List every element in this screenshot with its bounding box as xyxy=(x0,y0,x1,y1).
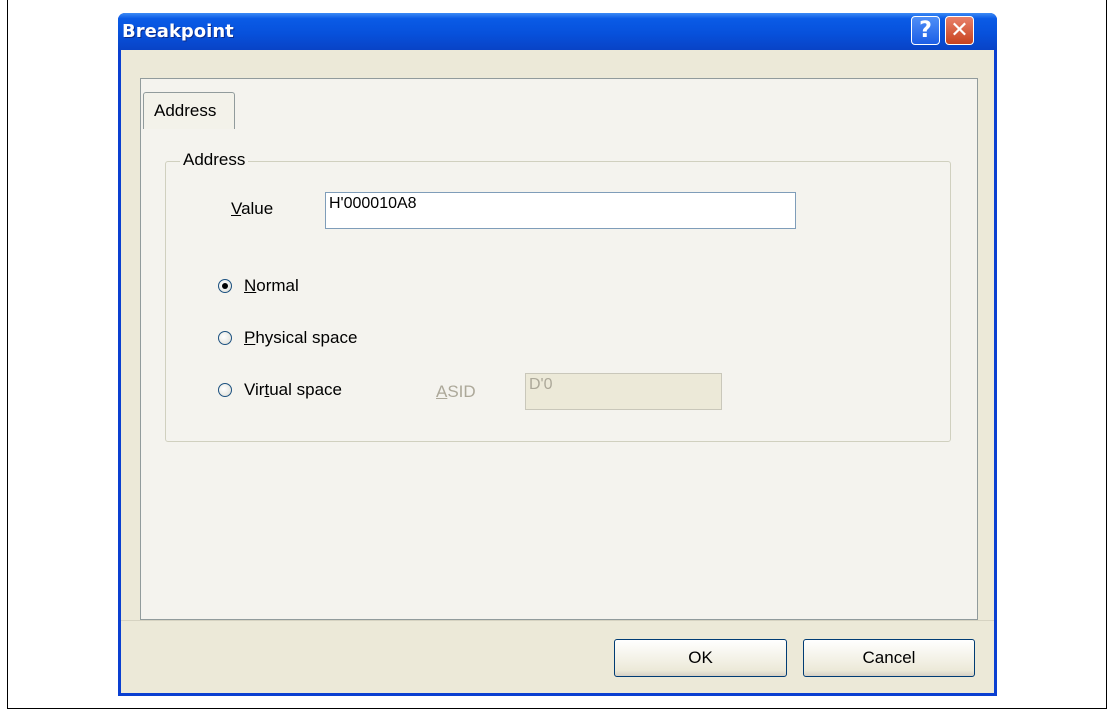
asid-label: ASID xyxy=(436,382,476,401)
cancel-button-label: Cancel xyxy=(862,648,916,667)
radio-normal-label[interactable]: Normal xyxy=(244,276,299,296)
radio-normal[interactable] xyxy=(218,279,232,293)
asid-input: D'0 xyxy=(525,373,722,410)
ok-button-label: OK xyxy=(688,648,713,667)
radio-physical-space-label[interactable]: Physical space xyxy=(244,328,357,348)
cancel-button[interactable]: Cancel xyxy=(803,639,975,677)
radio-physical-space[interactable] xyxy=(218,331,232,345)
window-title: Breakpoint xyxy=(122,21,234,42)
footer-divider xyxy=(121,620,994,621)
ok-button[interactable]: OK xyxy=(614,639,787,677)
value-input[interactable]: H'000010A8 xyxy=(325,192,796,229)
tab-address[interactable]: Address xyxy=(143,92,235,129)
tab-address-label: Address xyxy=(154,101,217,120)
title-bar[interactable]: Breakpoint ? ✕ xyxy=(118,13,997,50)
radio-virtual-space-label[interactable]: Virtual space xyxy=(244,380,342,400)
address-group-legend: Address xyxy=(180,150,249,170)
help-button[interactable]: ? xyxy=(911,16,940,45)
help-icon: ? xyxy=(919,18,932,43)
close-icon: ✕ xyxy=(950,18,969,43)
radio-virtual-space[interactable] xyxy=(218,383,232,397)
close-button[interactable]: ✕ xyxy=(945,16,974,45)
value-label: Value xyxy=(231,199,274,218)
